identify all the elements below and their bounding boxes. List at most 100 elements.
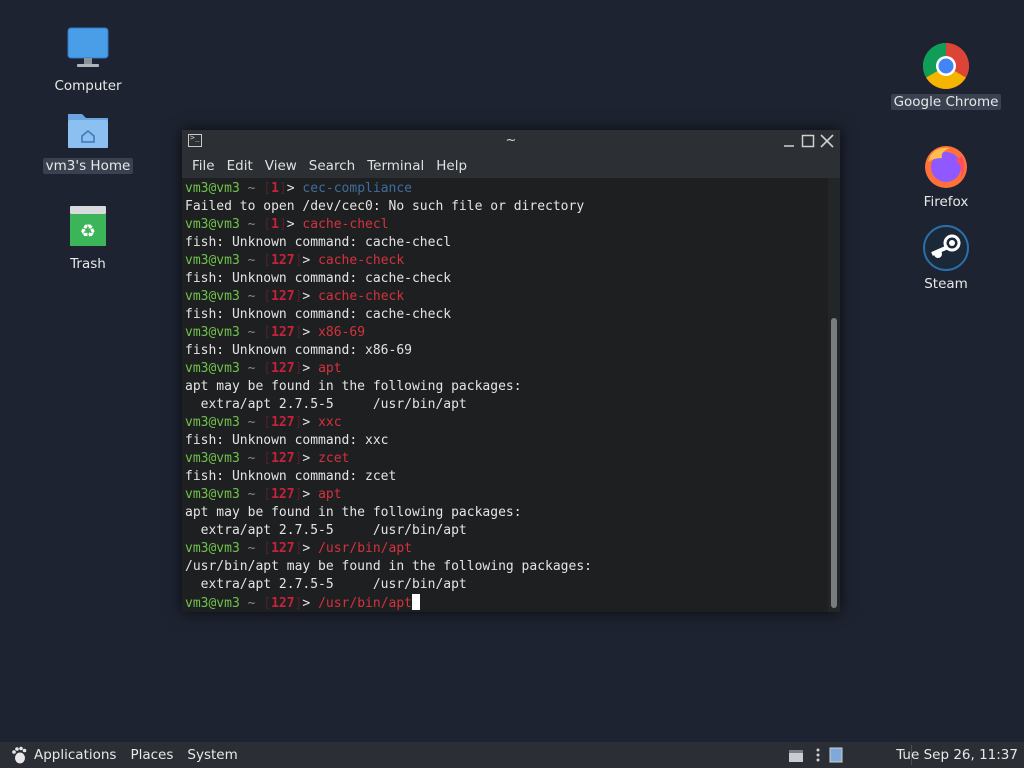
terminal-window[interactable]: ~ File Edit View Search Terminal Help vm… bbox=[182, 130, 840, 612]
prompt-status-code: 127 bbox=[271, 361, 295, 376]
terminal-output-line: fish: Unknown command: cache-check bbox=[185, 307, 452, 322]
panel-handle-icon[interactable] bbox=[815, 747, 821, 767]
desktop-icon-label: Computer bbox=[54, 78, 122, 94]
steam-icon bbox=[922, 224, 970, 272]
prompt-cwd: ~ bbox=[239, 217, 264, 232]
menu-search[interactable]: Search bbox=[303, 158, 361, 174]
prompt-symbol: > bbox=[302, 253, 319, 268]
desktop-icon-trash[interactable]: ♻ Trash bbox=[33, 204, 143, 272]
prompt-cwd: ~ bbox=[239, 415, 264, 430]
close-icon[interactable] bbox=[818, 132, 836, 150]
prompt-bracket: [ bbox=[263, 289, 272, 304]
terminal-output-line: extra/apt 2.7.5-5 /usr/bin/apt bbox=[185, 523, 467, 538]
terminal-prompt-line: vm3@vm3 ~ [1]> cache-checl bbox=[185, 216, 825, 234]
prompt-user: vm3@vm3 bbox=[185, 487, 240, 502]
gnome-foot-icon[interactable] bbox=[10, 746, 28, 764]
prompt-bracket: [ bbox=[263, 415, 272, 430]
prompt-user: vm3@vm3 bbox=[185, 596, 240, 611]
prompt-status-code: 1 bbox=[271, 181, 279, 196]
show-desktop-icon[interactable] bbox=[788, 748, 804, 767]
terminal-output-line: extra/apt 2.7.5-5 /usr/bin/apt bbox=[185, 397, 467, 412]
panel-menu-system[interactable]: System bbox=[187, 747, 237, 763]
monitor-icon bbox=[64, 26, 112, 74]
prompt-bracket: [ bbox=[263, 596, 272, 611]
prompt-user: vm3@vm3 bbox=[185, 415, 240, 430]
prompt-command: cec-compliance bbox=[302, 181, 412, 196]
prompt-user: vm3@vm3 bbox=[185, 361, 240, 376]
svg-text:♻: ♻ bbox=[80, 221, 96, 242]
terminal-output-line: fish: Unknown command: x86-69 bbox=[185, 343, 412, 358]
prompt-symbol: > bbox=[286, 181, 303, 196]
prompt-bracket: ] bbox=[278, 217, 287, 232]
prompt-bracket: [ bbox=[263, 325, 272, 340]
prompt-symbol: > bbox=[302, 487, 319, 502]
menu-file[interactable]: File bbox=[186, 158, 221, 174]
scrollbar[interactable] bbox=[828, 178, 840, 612]
prompt-command: cache-check bbox=[318, 253, 405, 268]
menu-view[interactable]: View bbox=[259, 158, 303, 174]
maximize-icon[interactable] bbox=[799, 132, 817, 150]
desktop-icon-home[interactable]: vm3's Home bbox=[33, 106, 143, 174]
prompt-cwd: ~ bbox=[239, 289, 264, 304]
terminal-output[interactable]: vm3@vm3 ~ [1]> cec-compliance Failed to o… bbox=[182, 178, 828, 612]
window-title: ~ bbox=[505, 133, 517, 148]
menu-help[interactable]: Help bbox=[430, 158, 473, 174]
prompt-bracket: [ bbox=[263, 451, 272, 466]
terminal-prompt-line: vm3@vm3 ~ [127]> /usr/bin/apt bbox=[185, 594, 825, 612]
terminal-cursor bbox=[412, 594, 420, 610]
prompt-bracket: ] bbox=[278, 181, 287, 196]
prompt-cwd: ~ bbox=[239, 487, 264, 502]
terminal-prompt-line: vm3@vm3 ~ [127]> cache-check bbox=[185, 288, 825, 306]
terminal-prompt-line: vm3@vm3 ~ [127]> x86-69 bbox=[185, 324, 825, 342]
prompt-status-code: 127 bbox=[271, 325, 295, 340]
prompt-symbol: > bbox=[302, 415, 319, 430]
prompt-cwd: ~ bbox=[239, 451, 264, 466]
menu-bar: File Edit View Search Terminal Help bbox=[182, 154, 840, 178]
window-titlebar[interactable]: ~ bbox=[182, 130, 840, 154]
prompt-user: vm3@vm3 bbox=[185, 181, 240, 196]
prompt-user: vm3@vm3 bbox=[185, 253, 240, 268]
terminal-prompt-line: vm3@vm3 ~ [127]> zcet bbox=[185, 450, 825, 468]
terminal-output-line: /usr/bin/apt may be found in the followi… bbox=[185, 559, 592, 574]
prompt-symbol: > bbox=[302, 541, 319, 556]
terminal-output-line: fish: Unknown command: zcet bbox=[185, 469, 397, 484]
desktop-icon-label: vm3's Home bbox=[42, 158, 134, 174]
prompt-cwd: ~ bbox=[239, 181, 264, 196]
desktop-icon-steam[interactable]: Steam bbox=[891, 224, 1001, 292]
prompt-symbol: > bbox=[302, 325, 319, 340]
menu-edit[interactable]: Edit bbox=[221, 158, 259, 174]
prompt-command: apt bbox=[318, 361, 342, 376]
prompt-cwd: ~ bbox=[239, 253, 264, 268]
scrollbar-thumb[interactable] bbox=[831, 318, 837, 608]
prompt-bracket: [ bbox=[263, 541, 272, 556]
prompt-command: xxc bbox=[318, 415, 342, 430]
terminal-output-line: fish: Unknown command: xxc bbox=[185, 433, 389, 448]
panel-clock[interactable]: Tue Sep 26, 11:37 bbox=[896, 747, 1018, 763]
prompt-cwd: ~ bbox=[239, 361, 264, 376]
workspace-switcher-icon[interactable] bbox=[829, 747, 843, 767]
prompt-command: /usr/bin/apt bbox=[318, 541, 412, 556]
terminal-output-line: apt may be found in the following packag… bbox=[185, 379, 522, 394]
prompt-status-code: 127 bbox=[271, 289, 295, 304]
desktop-icon-label: Trash bbox=[70, 256, 106, 272]
desktop-icon-label: Steam bbox=[924, 276, 968, 292]
panel-menu-applications[interactable]: Applications bbox=[34, 747, 116, 763]
trash-icon: ♻ bbox=[64, 204, 112, 252]
desktop-icon-computer[interactable]: Computer bbox=[33, 26, 143, 94]
desktop-icon-chrome[interactable]: Google Chrome bbox=[890, 42, 1002, 110]
terminal-prompt-line: vm3@vm3 ~ [1]> cec-compliance bbox=[185, 180, 825, 198]
prompt-user: vm3@vm3 bbox=[185, 451, 240, 466]
terminal-prompt-line: vm3@vm3 ~ [127]> /usr/bin/apt bbox=[185, 540, 825, 558]
terminal-prompt-line: vm3@vm3 ~ [127]> xxc bbox=[185, 414, 825, 432]
minimize-icon[interactable] bbox=[780, 132, 798, 150]
desktop-icon-firefox[interactable]: Firefox bbox=[891, 142, 1001, 210]
firefox-icon bbox=[922, 142, 970, 190]
prompt-command: cache-check bbox=[318, 289, 405, 304]
prompt-status-code: 127 bbox=[271, 451, 295, 466]
prompt-symbol: > bbox=[302, 361, 319, 376]
terminal-output-line: apt may be found in the following packag… bbox=[185, 505, 522, 520]
prompt-command: cache-checl bbox=[302, 217, 389, 232]
prompt-command: x86-69 bbox=[318, 325, 366, 340]
menu-terminal[interactable]: Terminal bbox=[361, 158, 430, 174]
panel-menu-places[interactable]: Places bbox=[130, 747, 173, 763]
